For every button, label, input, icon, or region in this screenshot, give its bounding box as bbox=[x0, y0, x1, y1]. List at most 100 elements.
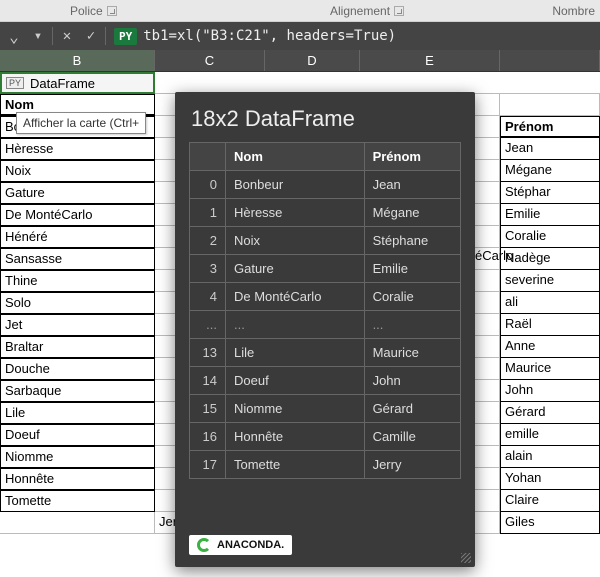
df-index: 17 bbox=[190, 451, 226, 479]
right-table-cell[interactable]: Yohan bbox=[500, 468, 600, 490]
table-cell[interactable]: Hénéré bbox=[0, 226, 155, 248]
table-cell[interactable]: Niomme bbox=[0, 446, 155, 468]
right-table-cell[interactable]: Stéphar bbox=[500, 182, 600, 204]
table-cell[interactable]: Sarbaque bbox=[0, 380, 155, 402]
df-index: 16 bbox=[190, 423, 226, 451]
table-cell[interactable]: Braltar bbox=[0, 336, 155, 358]
right-table-cell[interactable]: Gérard bbox=[500, 402, 600, 424]
column-headers: B C D E bbox=[0, 50, 600, 72]
selected-cell-label: DataFrame bbox=[30, 76, 95, 91]
right-table-cell[interactable]: Anne bbox=[500, 336, 600, 358]
df-index: 3 bbox=[190, 255, 226, 283]
df-cell-nom: Lile bbox=[226, 339, 365, 367]
df-cell-nom: Gature bbox=[226, 255, 365, 283]
table-cell[interactable]: Sansasse bbox=[0, 248, 155, 270]
ribbon-group-alignement: Alignement bbox=[330, 4, 404, 18]
anaconda-logo-icon bbox=[197, 538, 211, 552]
df-index: 15 bbox=[190, 395, 226, 423]
right-table-cell[interactable]: alain bbox=[500, 446, 600, 468]
confirm-icon[interactable]: ✓ bbox=[79, 25, 103, 47]
right-table-cell[interactable]: John bbox=[500, 380, 600, 402]
df-cell-prenom: Jerry bbox=[364, 451, 460, 479]
ribbon-groups: Police Alignement Nombre bbox=[0, 0, 600, 22]
right-table-cell[interactable]: Nadège bbox=[500, 248, 600, 270]
table-cell[interactable]: Hèresse bbox=[0, 138, 155, 160]
right-table-cell[interactable]: Raël bbox=[500, 314, 600, 336]
cell[interactable] bbox=[0, 512, 155, 534]
right-table-cell[interactable]: severine bbox=[500, 270, 600, 292]
col-header-d[interactable]: D bbox=[265, 50, 360, 71]
df-cell-nom: Noix bbox=[226, 227, 365, 255]
right-table: Prénom JeanMéganeStépharEmilieCoralieNad… bbox=[500, 116, 600, 534]
df-cell-nom: Bonbeur bbox=[226, 171, 365, 199]
anaconda-label: ANACONDA. bbox=[217, 539, 284, 551]
ribbon-label-align: Alignement bbox=[330, 4, 390, 18]
df-cell-prenom: Maurice bbox=[364, 339, 460, 367]
formula-code[interactable]: tb1=xl("B3:C21", headers=True) bbox=[143, 28, 396, 44]
df-cell-prenom: Camille bbox=[364, 423, 460, 451]
overflow-text: éCarlo bbox=[475, 248, 513, 263]
anaconda-badge[interactable]: ANACONDA. bbox=[189, 535, 292, 555]
df-index: 2 bbox=[190, 227, 226, 255]
df-cell-prenom: John bbox=[364, 367, 460, 395]
df-cell-nom: Niomme bbox=[226, 395, 365, 423]
table-cell[interactable]: Tomette bbox=[0, 490, 155, 512]
table-cell[interactable]: De MontéCarlo bbox=[0, 204, 155, 226]
df-index: 0 bbox=[190, 171, 226, 199]
chevron-down-icon[interactable]: ⌄ bbox=[2, 25, 26, 47]
table-cell[interactable]: Thine bbox=[0, 270, 155, 292]
popup-footer: ANACONDA. bbox=[175, 523, 475, 567]
right-table-header[interactable]: Prénom bbox=[500, 116, 600, 138]
selected-cell[interactable]: PY DataFrame bbox=[0, 72, 155, 94]
df-index: 14 bbox=[190, 367, 226, 395]
right-table-cell[interactable]: Claire bbox=[500, 490, 600, 512]
df-cell-prenom: Jean bbox=[364, 171, 460, 199]
df-cell-prenom: Mégane bbox=[364, 199, 460, 227]
table-cell[interactable]: Lile bbox=[0, 402, 155, 424]
ribbon-label-nombre: Nombre bbox=[552, 4, 595, 18]
dropdown-icon[interactable]: ▾ bbox=[26, 25, 50, 47]
table-cell[interactable]: Jet bbox=[0, 314, 155, 336]
ribbon-group-nombre: Nombre bbox=[552, 4, 595, 18]
tooltip: Afficher la carte (Ctrl+ bbox=[16, 112, 146, 134]
cell[interactable] bbox=[500, 94, 600, 116]
divider bbox=[105, 27, 106, 45]
df-index: 13 bbox=[190, 339, 226, 367]
formula-bar: ⌄ ▾ ✕ ✓ PY tb1=xl("B3:C21", headers=True… bbox=[0, 22, 600, 50]
right-table-cell[interactable]: Maurice bbox=[500, 358, 600, 380]
col-header-c[interactable]: C bbox=[155, 50, 265, 71]
df-cell-nom: Doeuf bbox=[226, 367, 365, 395]
df-col-nom: Nom bbox=[226, 143, 365, 171]
cancel-icon[interactable]: ✕ bbox=[55, 25, 79, 47]
right-table-cell[interactable]: Emilie bbox=[500, 204, 600, 226]
right-table-cell[interactable]: ali bbox=[500, 292, 600, 314]
df-cell-prenom: Coralie bbox=[364, 283, 460, 311]
df-cell-nom: Honnête bbox=[226, 423, 365, 451]
table-cell[interactable]: Noix bbox=[0, 160, 155, 182]
python-tag-icon: PY bbox=[6, 77, 24, 89]
expand-icon[interactable] bbox=[107, 6, 117, 16]
df-index: 1 bbox=[190, 199, 226, 227]
table-cell[interactable]: Douche bbox=[0, 358, 155, 380]
table-cell[interactable]: Solo bbox=[0, 292, 155, 314]
right-table-cell[interactable]: Mégane bbox=[500, 160, 600, 182]
table-cell[interactable]: Gature bbox=[0, 182, 155, 204]
df-index: 4 bbox=[190, 283, 226, 311]
right-table-cell[interactable]: Giles bbox=[500, 512, 600, 534]
col-header-blank bbox=[500, 50, 600, 71]
df-cell-nom: De MontéCarlo bbox=[226, 283, 365, 311]
table-cell[interactable]: Doeuf bbox=[0, 424, 155, 446]
col-header-b[interactable]: B bbox=[0, 50, 155, 71]
cell-blank[interactable] bbox=[155, 72, 600, 94]
table-cell[interactable]: Honnête bbox=[0, 468, 155, 490]
right-table-cell[interactable]: Coralie bbox=[500, 226, 600, 248]
right-table-cell[interactable]: emille bbox=[500, 424, 600, 446]
python-badge[interactable]: PY bbox=[114, 28, 137, 45]
right-table-cell[interactable]: Jean bbox=[500, 138, 600, 160]
ribbon-group-police: Police bbox=[70, 4, 117, 18]
resize-grip-icon[interactable] bbox=[461, 553, 471, 563]
col-header-e[interactable]: E bbox=[360, 50, 500, 71]
df-cell-prenom: ... bbox=[364, 311, 460, 339]
expand-icon[interactable] bbox=[394, 6, 404, 16]
df-index: ... bbox=[190, 311, 226, 339]
